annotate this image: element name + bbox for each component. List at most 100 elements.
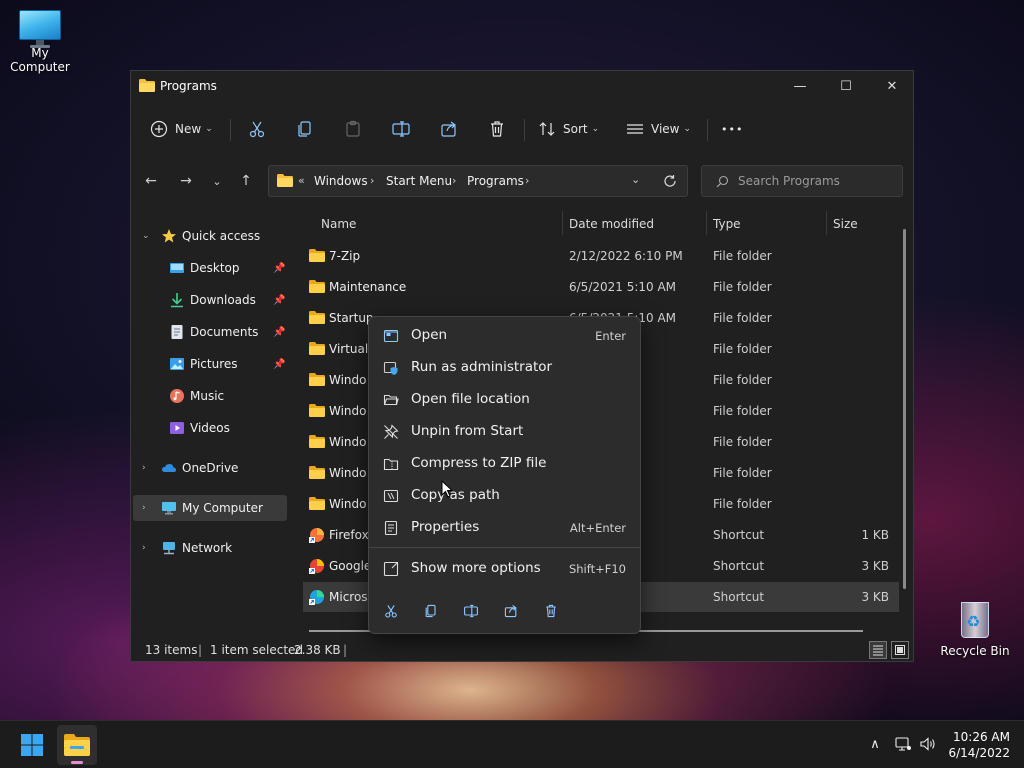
search-box[interactable]: [701, 165, 903, 197]
breadcrumb-separator[interactable]: ›: [370, 174, 374, 187]
folder-icon: [309, 404, 325, 417]
sidebar-item-network[interactable]: › Network: [133, 535, 287, 561]
file-name: Firefox: [329, 528, 369, 542]
show-hidden-icons-button[interactable]: ∧: [866, 735, 884, 753]
sidebar-item-music[interactable]: Music: [133, 383, 287, 409]
forward-button[interactable]: →: [176, 171, 196, 191]
file-name: Windo: [329, 466, 367, 480]
folder-icon: [309, 435, 325, 448]
refresh-icon[interactable]: [663, 174, 677, 188]
cloud-icon: [162, 464, 176, 472]
chevron-down-icon[interactable]: ⌄: [142, 231, 150, 241]
breadcrumb-start-menu[interactable]: Start Menu: [386, 174, 452, 188]
breadcrumb-windows[interactable]: Windows: [314, 174, 368, 188]
paste-button[interactable]: [343, 113, 363, 145]
table-row[interactable]: Maintenance 6/5/2021 5:10 AM File folder: [303, 272, 899, 302]
recent-locations-button[interactable]: ⌄: [207, 171, 227, 191]
close-button[interactable]: ✕: [869, 71, 915, 101]
sidebar-item-quick-access[interactable]: ⌄ Quick access: [133, 223, 287, 249]
overflow-crumb[interactable]: «: [298, 174, 305, 187]
sidebar-item-downloads[interactable]: Downloads 📌: [133, 287, 287, 313]
back-button[interactable]: ←: [141, 171, 161, 191]
minimize-button[interactable]: —: [777, 71, 823, 101]
file-type: File folder: [713, 249, 772, 263]
column-divider[interactable]: [706, 211, 707, 235]
network-status-icon[interactable]: [894, 735, 912, 753]
column-header-size[interactable]: Size: [833, 217, 858, 231]
zip-folder-icon: [383, 458, 399, 471]
sidebar-item-my-computer[interactable]: › My Computer: [133, 495, 287, 521]
sidebar-item-onedrive[interactable]: › OneDrive: [133, 455, 287, 481]
start-button[interactable]: [12, 725, 52, 765]
menu-item-show-more-options[interactable]: Show more options Shift+F10: [373, 554, 636, 584]
view-button[interactable]: View ⌄: [625, 113, 691, 145]
menu-item-unpin-from-start[interactable]: Unpin from Start: [373, 417, 636, 447]
chevron-right-icon[interactable]: ›: [142, 543, 146, 553]
menu-item-compress-to-zip[interactable]: Compress to ZIP file: [373, 449, 636, 479]
cut-button[interactable]: [247, 113, 267, 145]
address-history-chevron-icon[interactable]: ⌄: [631, 173, 640, 186]
file-type: File folder: [713, 373, 772, 387]
status-size: 2.38 KB: [294, 643, 341, 657]
menu-item-copy-as-path[interactable]: Copy as path: [373, 481, 636, 511]
context-cut-button[interactable]: [381, 601, 401, 621]
taskbar-file-explorer[interactable]: [57, 725, 97, 765]
breadcrumb-separator[interactable]: ›: [525, 174, 529, 187]
vertical-scrollbar[interactable]: [903, 229, 906, 589]
column-divider[interactable]: [562, 211, 563, 235]
menu-item-run-as-administrator[interactable]: Run as administrator: [373, 353, 636, 383]
taskbar-clock[interactable]: 10:26 AM 6/14/2022: [930, 729, 1010, 761]
address-bar[interactable]: « Windows › Start Menu › Programs › ⌄: [268, 165, 688, 197]
rename-button[interactable]: [391, 113, 411, 145]
shortcut-app-icon: [309, 528, 324, 543]
menu-item-open-file-location[interactable]: Open file location: [373, 385, 636, 415]
chevron-down-icon: ⌄: [591, 124, 600, 134]
details-view-button[interactable]: [869, 641, 887, 659]
open-app-icon: [383, 329, 399, 343]
chevron-right-icon[interactable]: ›: [142, 503, 146, 513]
tiles-view-icon: [895, 645, 905, 655]
context-share-button[interactable]: [501, 601, 521, 621]
pin-icon: 📌: [273, 262, 286, 274]
context-copy-button[interactable]: [421, 601, 441, 621]
rename-icon: [464, 604, 478, 618]
file-type: Shortcut: [713, 559, 765, 573]
context-rename-button[interactable]: [461, 601, 481, 621]
sidebar-item-videos[interactable]: Videos: [133, 415, 287, 441]
sidebar-item-documents[interactable]: Documents 📌: [133, 319, 287, 345]
shortcut-app-icon: [309, 590, 324, 605]
up-button[interactable]: ↑: [236, 171, 256, 191]
desktop-icon-recycle-bin[interactable]: ♻ Recycle Bin: [935, 598, 1015, 658]
menu-item-open[interactable]: Open Enter: [373, 321, 636, 351]
column-divider[interactable]: [826, 211, 827, 235]
breadcrumb-programs[interactable]: Programs: [467, 174, 524, 188]
arrow-up-icon: ↑: [240, 173, 252, 189]
computer-icon: [19, 10, 61, 48]
share-button[interactable]: [439, 113, 459, 145]
column-header-name[interactable]: Name: [321, 217, 356, 231]
more-options-button[interactable]: •••: [721, 113, 743, 145]
title-bar[interactable]: Programs — ☐ ✕: [131, 71, 915, 101]
delete-button[interactable]: [487, 113, 507, 145]
desktop-icon-my-computer[interactable]: My Computer: [0, 10, 80, 74]
column-header-type[interactable]: Type: [713, 217, 741, 231]
sidebar-item-pictures[interactable]: Pictures 📌: [133, 351, 287, 377]
column-header-date[interactable]: Date modified: [569, 217, 654, 231]
arrow-right-icon: →: [180, 173, 192, 189]
maximize-button[interactable]: ☐: [823, 71, 869, 101]
sort-button[interactable]: Sort ⌄: [537, 113, 599, 145]
menu-item-properties[interactable]: Properties Alt+Enter: [373, 513, 636, 543]
desktop-icon: [170, 263, 184, 273]
search-input[interactable]: [738, 172, 898, 190]
sidebar-item-desktop[interactable]: Desktop 📌: [133, 255, 287, 281]
table-row[interactable]: 7-Zip 2/12/2022 6:10 PM File folder: [303, 241, 899, 271]
context-delete-button[interactable]: [541, 601, 561, 621]
star-icon: [162, 229, 176, 243]
status-item-count: 13 items: [145, 643, 198, 657]
tiles-view-button[interactable]: [891, 641, 909, 659]
copy-button[interactable]: [295, 113, 315, 145]
new-button[interactable]: New ⌄: [149, 113, 213, 145]
chevron-right-icon[interactable]: ›: [142, 463, 146, 473]
breadcrumb-separator[interactable]: ›: [452, 174, 456, 187]
file-size: 3 KB: [861, 559, 889, 573]
